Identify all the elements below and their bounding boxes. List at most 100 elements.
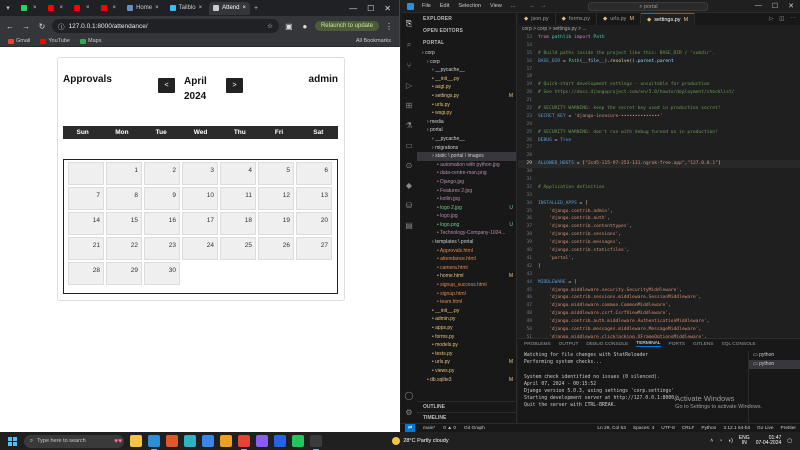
relaunch-button[interactable]: Relaunch to update [314, 21, 379, 31]
browser-tab[interactable]: Attend × [209, 1, 250, 15]
calendar-day-cell[interactable]: 1 [106, 162, 142, 185]
taskbar-app-app10-icon[interactable] [292, 435, 305, 447]
file-tree-item[interactable]: • wsgi.py [417, 109, 516, 118]
status-item[interactable]: Spaces: 4 [633, 426, 654, 431]
browser-tab[interactable]: Home × [123, 2, 163, 15]
file-tree-item[interactable]: • signup_success.html [417, 281, 516, 290]
calendar-day-cell[interactable]: 21 [68, 237, 104, 260]
remote-explorer-icon[interactable]: ▭ [405, 141, 413, 150]
file-tree-item[interactable]: • db.sqlite3 M [417, 376, 516, 385]
file-tree-item[interactable]: • urls.py M [417, 358, 516, 367]
file-tree-item[interactable]: • tests.py [417, 350, 516, 359]
calendar-day-cell[interactable]: 29 [106, 262, 142, 285]
run-icon[interactable]: ▷ [769, 16, 773, 22]
taskbar-app-store-icon[interactable] [202, 435, 215, 447]
docker-icon[interactable]: ◆ [406, 181, 412, 190]
sidebar-icon[interactable]: ▣ [283, 22, 295, 31]
file-tree-item[interactable]: • urls.py [417, 101, 516, 110]
approvals-heading[interactable]: Approvals [63, 74, 112, 85]
editor-tab[interactable]: ◆ urls.py M [597, 13, 642, 25]
terminal-instance[interactable]: ▭ python [749, 360, 800, 369]
calendar-day-cell[interactable]: 6 [296, 162, 332, 185]
panel-tab[interactable]: GITLENS [693, 342, 714, 347]
calendar-day-cell[interactable]: 23 [144, 237, 180, 260]
file-tree-item[interactable]: › corp [417, 58, 516, 67]
taskbar-app-terminal-icon[interactable] [310, 435, 323, 450]
file-tree-item[interactable]: • kotlin.jpg [417, 195, 516, 204]
bookmark-item[interactable]: Gmail [8, 38, 30, 44]
run-debug-icon[interactable]: ▷ [406, 81, 412, 90]
browser-tab[interactable]: × [44, 2, 68, 15]
taskbar-app-edge-icon[interactable] [184, 435, 197, 447]
prev-month-button[interactable]: < [158, 78, 175, 93]
taskbar-app-app8-icon[interactable] [256, 435, 269, 447]
open-editors-section[interactable]: OPEN EDITORS [417, 25, 516, 37]
all-bookmarks-link[interactable]: All Bookmarks [356, 38, 391, 44]
status-item[interactable]: Go Live [757, 426, 774, 431]
split-editor-icon[interactable]: ◫ [779, 16, 784, 22]
source-control-icon[interactable]: ⑂ [407, 61, 412, 70]
git-graph-icon[interactable]: ⊙ [406, 161, 413, 170]
close-icon[interactable]: ✕ [788, 2, 794, 10]
outline-section[interactable]: OUTLINE [417, 401, 516, 412]
breadcrumb[interactable]: corp > corp > settings.py > ... [518, 25, 800, 34]
status-item[interactable]: 0 ▲ 0 [443, 426, 456, 431]
reload-icon[interactable]: ↻ [36, 22, 48, 31]
status-item[interactable]: Python [701, 426, 716, 431]
file-tree-item[interactable]: • asgi.py [417, 83, 516, 92]
status-item[interactable]: Git Graph [464, 426, 485, 431]
file-tree-item[interactable]: › migrations [417, 144, 516, 153]
calendar-day-cell[interactable]: 30 [144, 262, 180, 285]
calendar-day-cell[interactable]: 12 [258, 187, 294, 210]
file-tree-item[interactable]: › __pycache__ [417, 135, 516, 144]
file-tree-item[interactable]: • logo.png U [417, 221, 516, 230]
menu-icon[interactable]: ⋮ [383, 22, 395, 31]
file-tree-item[interactable]: • attendance.html [417, 255, 516, 264]
file-tree-item[interactable]: › corp [417, 49, 516, 58]
menu-item[interactable]: File [422, 3, 431, 9]
explorer-icon[interactable]: ⎘ [406, 19, 412, 29]
calendar-day-cell[interactable]: 22 [106, 237, 142, 260]
file-tree-item[interactable]: • __init__.py [417, 307, 516, 316]
terminal-instance[interactable]: ▭ python [749, 351, 800, 360]
calendar-day-cell[interactable]: 2 [144, 162, 180, 185]
taskbar-app-mail-icon[interactable] [220, 435, 233, 447]
calendar-day-cell[interactable]: 5 [258, 162, 294, 185]
status-item[interactable]: Ln 29, Col 53 [597, 426, 626, 431]
tray-overflow-icon[interactable]: ˄ [710, 438, 713, 444]
calendar-day-cell[interactable]: 11 [220, 187, 256, 210]
tab-close-icon[interactable]: × [199, 5, 203, 11]
panel-tab[interactable]: DEBUG CONSOLE [586, 342, 628, 347]
language-indicator[interactable]: ENG IN [739, 435, 750, 447]
back-icon[interactable]: ← [4, 22, 16, 31]
editor-tab[interactable]: ◆ settings.py M [641, 13, 696, 25]
file-tree-item[interactable]: › portal [417, 126, 516, 135]
panel-tab[interactable]: OUTPUT [559, 342, 579, 347]
panel-tab[interactable]: PROBLEMS [524, 342, 551, 347]
next-month-button[interactable]: > [226, 78, 243, 93]
file-tree-item[interactable]: • home.html M [417, 272, 516, 281]
taskbar-app-media-icon[interactable] [166, 435, 179, 447]
calendar-day-cell[interactable]: 4 [220, 162, 256, 185]
status-item[interactable]: UTF-8 [661, 426, 675, 431]
browser-tab[interactable]: × [97, 2, 121, 15]
volume-icon[interactable]: ◖) [728, 438, 733, 444]
calendar-day-cell[interactable]: 18 [220, 212, 256, 235]
file-tree-item[interactable]: • apps.py [417, 324, 516, 333]
status-item[interactable]: main* [423, 426, 435, 431]
start-button[interactable] [4, 433, 20, 449]
taskbar-app-file-explorer-icon[interactable] [130, 435, 143, 447]
account-icon[interactable]: ◯ [405, 391, 414, 400]
calendar-day-cell[interactable]: 15 [106, 212, 142, 235]
file-tree-item[interactable]: • settings.py M [417, 92, 516, 101]
file-tree-item[interactable]: › static \ portal \ images [417, 152, 516, 161]
command-center-search[interactable]: ⌕ portal [588, 1, 709, 11]
file-tree-item[interactable]: • Technology-Company-1024... [417, 229, 516, 238]
file-tree-item[interactable]: • models.py [417, 341, 516, 350]
editor-tab[interactable]: ◆ forms.py [556, 13, 597, 25]
network-icon[interactable]: ◔ [719, 438, 722, 444]
manage-gear-icon[interactable]: ⚙ [405, 408, 412, 417]
calendar-day-cell[interactable]: 25 [220, 237, 256, 260]
calendar-day-cell[interactable]: 10 [182, 187, 218, 210]
address-bar[interactable]: ⓘ 127.0.0.1:8000/attendance/ ☆ [52, 19, 279, 33]
